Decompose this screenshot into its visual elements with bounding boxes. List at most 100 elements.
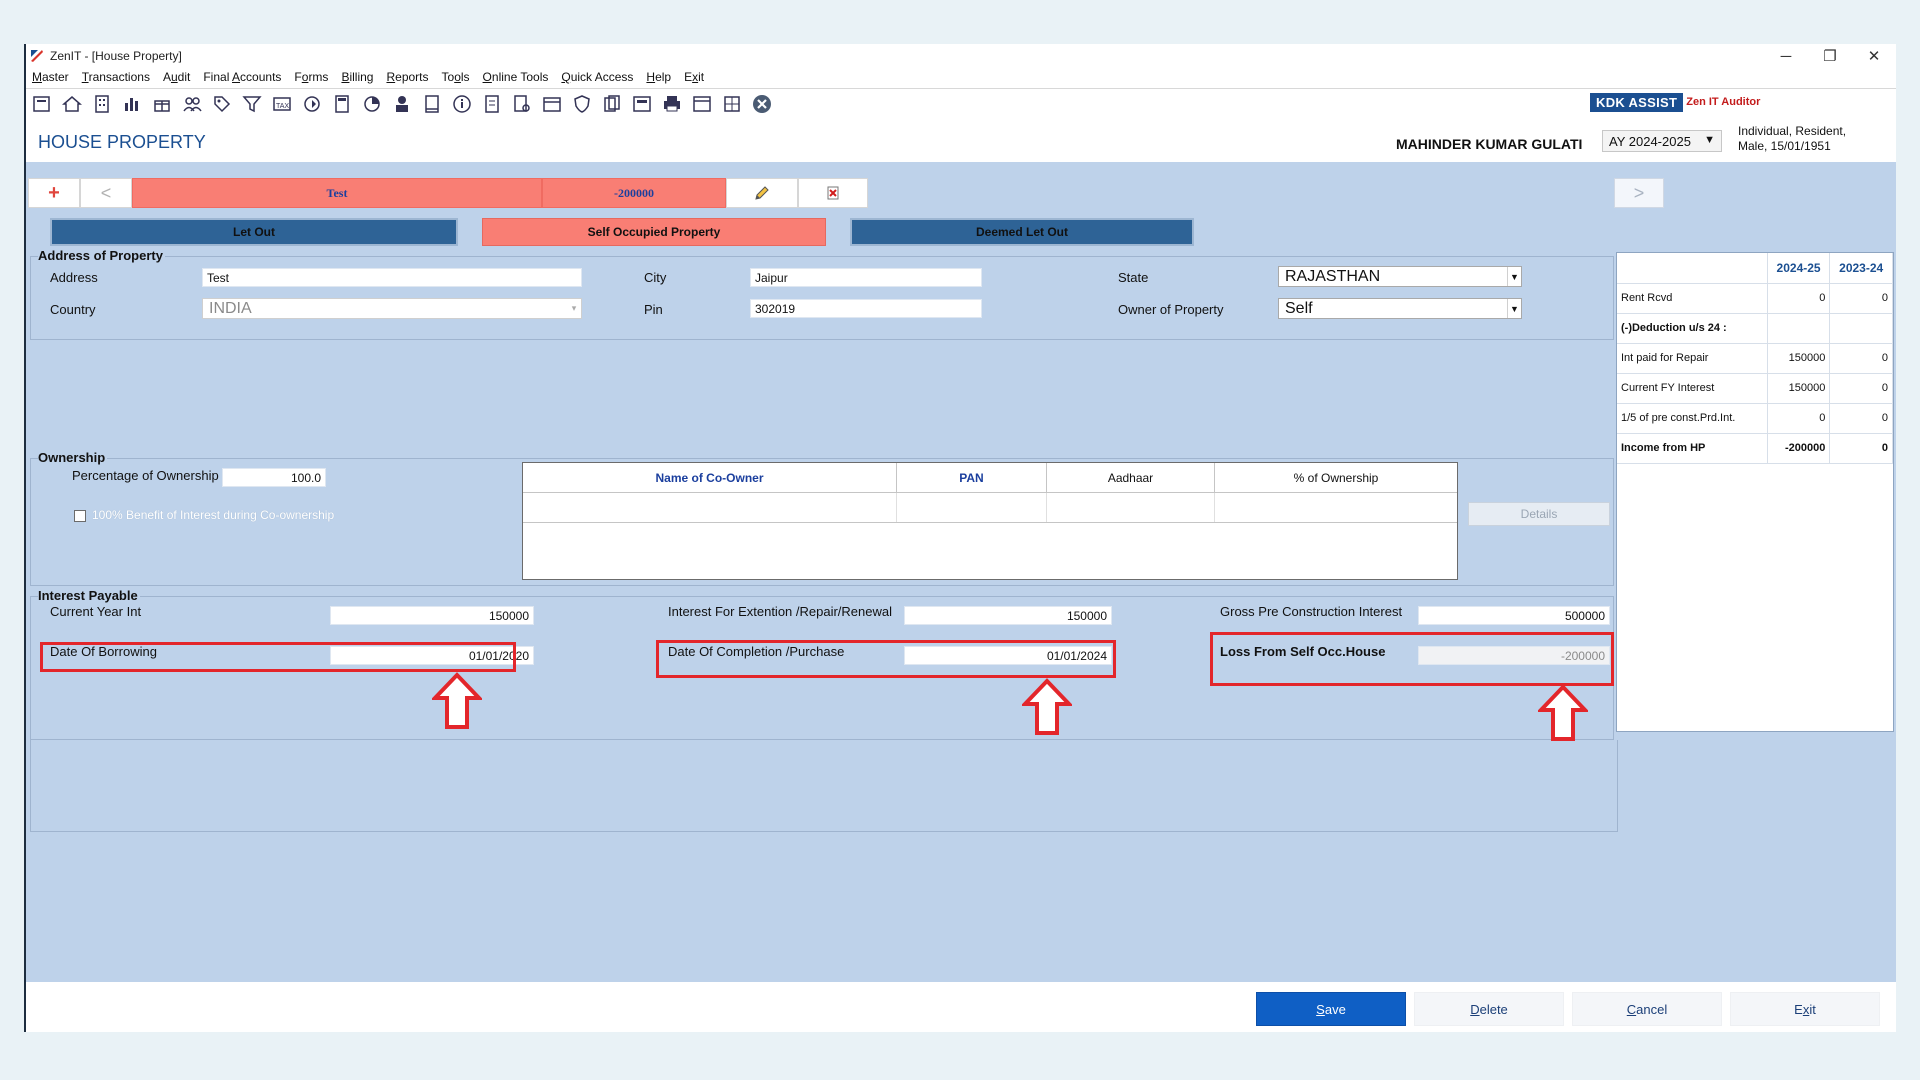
address-section-title: Address of Property bbox=[38, 248, 165, 263]
delete-property-button[interactable] bbox=[798, 178, 868, 208]
report-icon[interactable] bbox=[480, 92, 504, 116]
form-icon[interactable] bbox=[630, 92, 654, 116]
exit-button[interactable]: Ex it bbox=[1730, 992, 1880, 1026]
address-input[interactable]: Test bbox=[202, 268, 582, 287]
ownership-section-title: Ownership bbox=[38, 450, 108, 465]
gross-pre-construction-input[interactable]: 500000 bbox=[1418, 606, 1610, 625]
property-tab-name[interactable]: Test bbox=[132, 178, 542, 208]
pages-icon[interactable] bbox=[600, 92, 624, 116]
details-button[interactable]: Details bbox=[1468, 502, 1610, 526]
client-name: MAHINDER KUMAR GULATI bbox=[1396, 136, 1583, 152]
country-label: Country bbox=[50, 302, 96, 317]
col-aadhaar: Aadhaar bbox=[1047, 463, 1215, 492]
deemed-let-out-button[interactable]: Deemed Let Out bbox=[850, 218, 1194, 246]
chevron-down-icon: ▼ bbox=[1507, 299, 1521, 318]
document-search-icon[interactable] bbox=[510, 92, 534, 116]
summary-body: Rent Rcvd 0 0 (-)Deduction u/s 24 : Int paid… bbox=[1617, 283, 1893, 464]
building-icon[interactable] bbox=[90, 92, 114, 116]
grid-icon[interactable] bbox=[720, 92, 744, 116]
menu-reports[interactable]: Reports bbox=[386, 70, 428, 84]
chevron-down-icon: ▾ bbox=[571, 303, 577, 313]
edit-property-button[interactable] bbox=[726, 178, 798, 208]
kdk-branding: KDK ASSIST Zen IT Auditor bbox=[1590, 92, 1760, 112]
self-occupied-property-button[interactable]: Self Occupied Property bbox=[482, 218, 826, 246]
summary-row: Int paid for Repair 150000 0 bbox=[1617, 343, 1893, 374]
benefit-checkbox[interactable] bbox=[74, 510, 86, 522]
current-year-int-label: Current Year Int bbox=[50, 604, 142, 619]
owner-label: Owner of Property bbox=[1118, 302, 1224, 317]
shield-icon[interactable] bbox=[570, 92, 594, 116]
annotation-arrow-up-icon bbox=[1022, 678, 1072, 735]
calculator-icon[interactable] bbox=[330, 92, 354, 116]
restore-button[interactable]: ❐ bbox=[1808, 44, 1852, 68]
bar-chart-icon[interactable] bbox=[120, 92, 144, 116]
calendar-icon[interactable] bbox=[540, 92, 564, 116]
table-row[interactable] bbox=[523, 493, 1457, 523]
close-circle-icon[interactable] bbox=[750, 92, 774, 116]
menu-help[interactable]: Help bbox=[646, 70, 671, 84]
current-year-int-input[interactable]: 150000 bbox=[330, 606, 534, 625]
home-icon[interactable] bbox=[60, 92, 84, 116]
owner-select[interactable]: Self ▼ bbox=[1278, 298, 1522, 319]
window-icon[interactable] bbox=[690, 92, 714, 116]
summary-row-label: Income from HP bbox=[1617, 433, 1768, 464]
info-icon[interactable] bbox=[450, 92, 474, 116]
people-icon[interactable] bbox=[180, 92, 204, 116]
country-select[interactable]: INDIA ▾ bbox=[202, 298, 582, 319]
menu-final-accounts[interactable]: Final Accounts bbox=[203, 70, 281, 84]
refresh-icon[interactable] bbox=[300, 92, 324, 116]
summary-row-value: 0 bbox=[1829, 283, 1893, 314]
percentage-ownership-input[interactable]: 100.0 bbox=[222, 468, 326, 487]
summary-row-value: 0 bbox=[1829, 343, 1893, 374]
filter-icon[interactable] bbox=[240, 92, 264, 116]
summary-row-value bbox=[1829, 313, 1893, 344]
assessment-year-select[interactable]: AY 2024-2025 ▼ bbox=[1602, 130, 1722, 152]
menu-online-tools[interactable]: Online Tools bbox=[483, 70, 549, 84]
menu-exit[interactable]: Exit bbox=[684, 70, 704, 84]
pin-input[interactable]: 302019 bbox=[750, 299, 982, 318]
menu-master[interactable]: Master bbox=[32, 70, 69, 84]
property-tab-amount[interactable]: -200000 bbox=[542, 178, 726, 208]
tax-icon[interactable]: TAX bbox=[270, 92, 294, 116]
kdk-assist-logo: KDK ASSIST bbox=[1590, 92, 1684, 112]
summary-row: 1/5 of pre const.Prd.Int. 0 0 bbox=[1617, 403, 1893, 434]
menu-quick-access[interactable]: Quick Access bbox=[561, 70, 633, 84]
state-select[interactable]: RAJASTHAN ▼ bbox=[1278, 266, 1522, 287]
menu-transactions[interactable]: Transactions bbox=[82, 70, 150, 84]
summary-row-value bbox=[1767, 313, 1831, 344]
book-icon[interactable] bbox=[420, 92, 444, 116]
cancel-button[interactable]: Cancel bbox=[1572, 992, 1722, 1026]
save-button[interactable]: Save bbox=[1256, 992, 1406, 1026]
client-master-icon[interactable] bbox=[30, 92, 54, 116]
menu-billing[interactable]: Billing bbox=[341, 70, 373, 84]
summary-panel: 2024-25 2023-24 Rent Rcvd 0 0 (-)Deduction … bbox=[1616, 252, 1894, 732]
city-input[interactable]: Jaipur bbox=[750, 268, 982, 287]
client-info: Individual, Resident, Male, 15/01/1951 bbox=[1738, 124, 1846, 154]
summary-row-value: 0 bbox=[1767, 283, 1831, 314]
pie-icon[interactable] bbox=[360, 92, 384, 116]
next-property-button[interactable]: > bbox=[1614, 178, 1664, 208]
chevron-down-icon: ▼ bbox=[1704, 134, 1715, 146]
coowner-table-header: Name of Co-Owner PAN Aadhaar % of Owners… bbox=[523, 463, 1457, 493]
gift-icon[interactable] bbox=[150, 92, 174, 116]
prev-property-button[interactable]: < bbox=[80, 178, 132, 208]
menu-tools[interactable]: Tools bbox=[442, 70, 470, 84]
menu-forms[interactable]: Forms bbox=[294, 70, 328, 84]
annotation-box-completion bbox=[656, 640, 1116, 678]
menu-audit[interactable]: Audit bbox=[163, 70, 190, 84]
coowner-table: Name of Co-Owner PAN Aadhaar % of Owners… bbox=[522, 462, 1458, 580]
close-window-button[interactable]: ✕ bbox=[1852, 44, 1896, 68]
col-name-of-coowner: Name of Co-Owner bbox=[523, 463, 897, 492]
minimize-button[interactable]: ─ bbox=[1764, 44, 1808, 68]
pay-icon[interactable] bbox=[390, 92, 414, 116]
extension-interest-label: Interest For Extention /Repair/Renewal bbox=[668, 604, 892, 619]
delete-button[interactable]: Delete bbox=[1414, 992, 1564, 1026]
let-out-button[interactable]: Let Out bbox=[50, 218, 458, 246]
printer-icon[interactable] bbox=[660, 92, 684, 116]
col-percent-ownership: % of Ownership bbox=[1293, 470, 1379, 485]
tag-icon[interactable] bbox=[210, 92, 234, 116]
extension-interest-input[interactable]: 150000 bbox=[904, 606, 1112, 625]
add-property-button[interactable]: + bbox=[28, 178, 80, 208]
property-tab-strip: + < Test -200000 bbox=[28, 178, 868, 208]
summary-row: Income from HP -200000 0 bbox=[1617, 433, 1893, 464]
